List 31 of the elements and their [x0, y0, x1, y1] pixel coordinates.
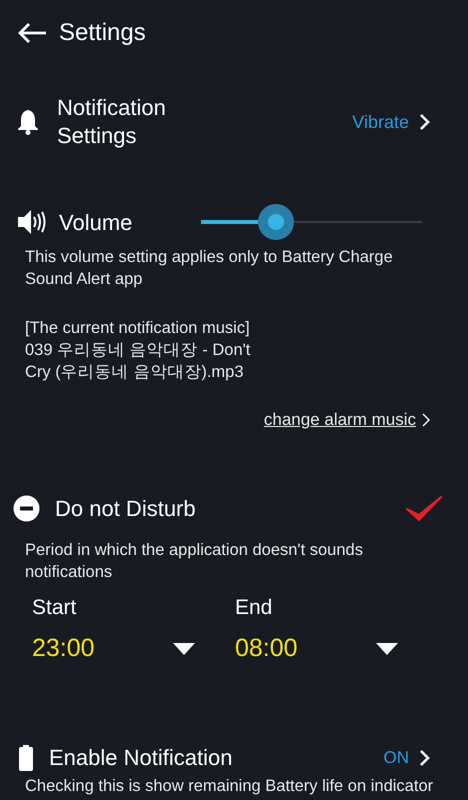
notification-settings-label: Notification Settings [57, 94, 167, 150]
time-label: Start [32, 594, 78, 620]
speaker-icon [17, 209, 47, 235]
dropdown-triangle-icon [173, 642, 195, 654]
enable-notification-label: Enable Notification [49, 744, 234, 772]
bell-icon [17, 109, 39, 135]
time-dropdown[interactable]: 08:00 [235, 632, 398, 664]
check-icon [406, 494, 442, 522]
page-title: Settings [59, 18, 146, 48]
chevron-right-icon [419, 113, 431, 131]
enable-notification-button[interactable]: ON [384, 744, 431, 770]
change-alarm-music-link[interactable]: change alarm music [264, 407, 430, 432]
music-file-name: 039 우리동네 음악대장 - Don't Cry (우리동네 음악대장).mp3 [25, 340, 252, 383]
do-not-disturb-checkbox[interactable] [406, 494, 442, 524]
notification-mode-button[interactable]: Vibrate [352, 108, 431, 136]
back-arrow-icon [17, 22, 47, 44]
do-not-disturb-label: Do not Disturb [55, 495, 197, 523]
music-heading: [The current notification music] [25, 318, 251, 339]
volume-slider[interactable] [201, 204, 422, 240]
time-label: End [235, 594, 274, 620]
battery-icon [18, 744, 34, 770]
enable-notification-description: Checking this is show remaining Battery life on indicator [25, 776, 434, 796]
do-not-disturb-description: Period in which the application doesn't sounds notifications [25, 540, 364, 582]
dropdown-triangle-icon [376, 642, 398, 654]
time-dropdown[interactable]: 23:00 [32, 632, 195, 664]
volume-description: This volume setting applies only to Battery Charge Sound Alert app [25, 247, 394, 290]
minus-circle-icon [13, 495, 40, 522]
chevron-right-icon [419, 748, 431, 766]
volume-label: Volume [59, 208, 134, 236]
chevron-right-icon [422, 412, 430, 427]
back-button[interactable] [17, 21, 47, 45]
